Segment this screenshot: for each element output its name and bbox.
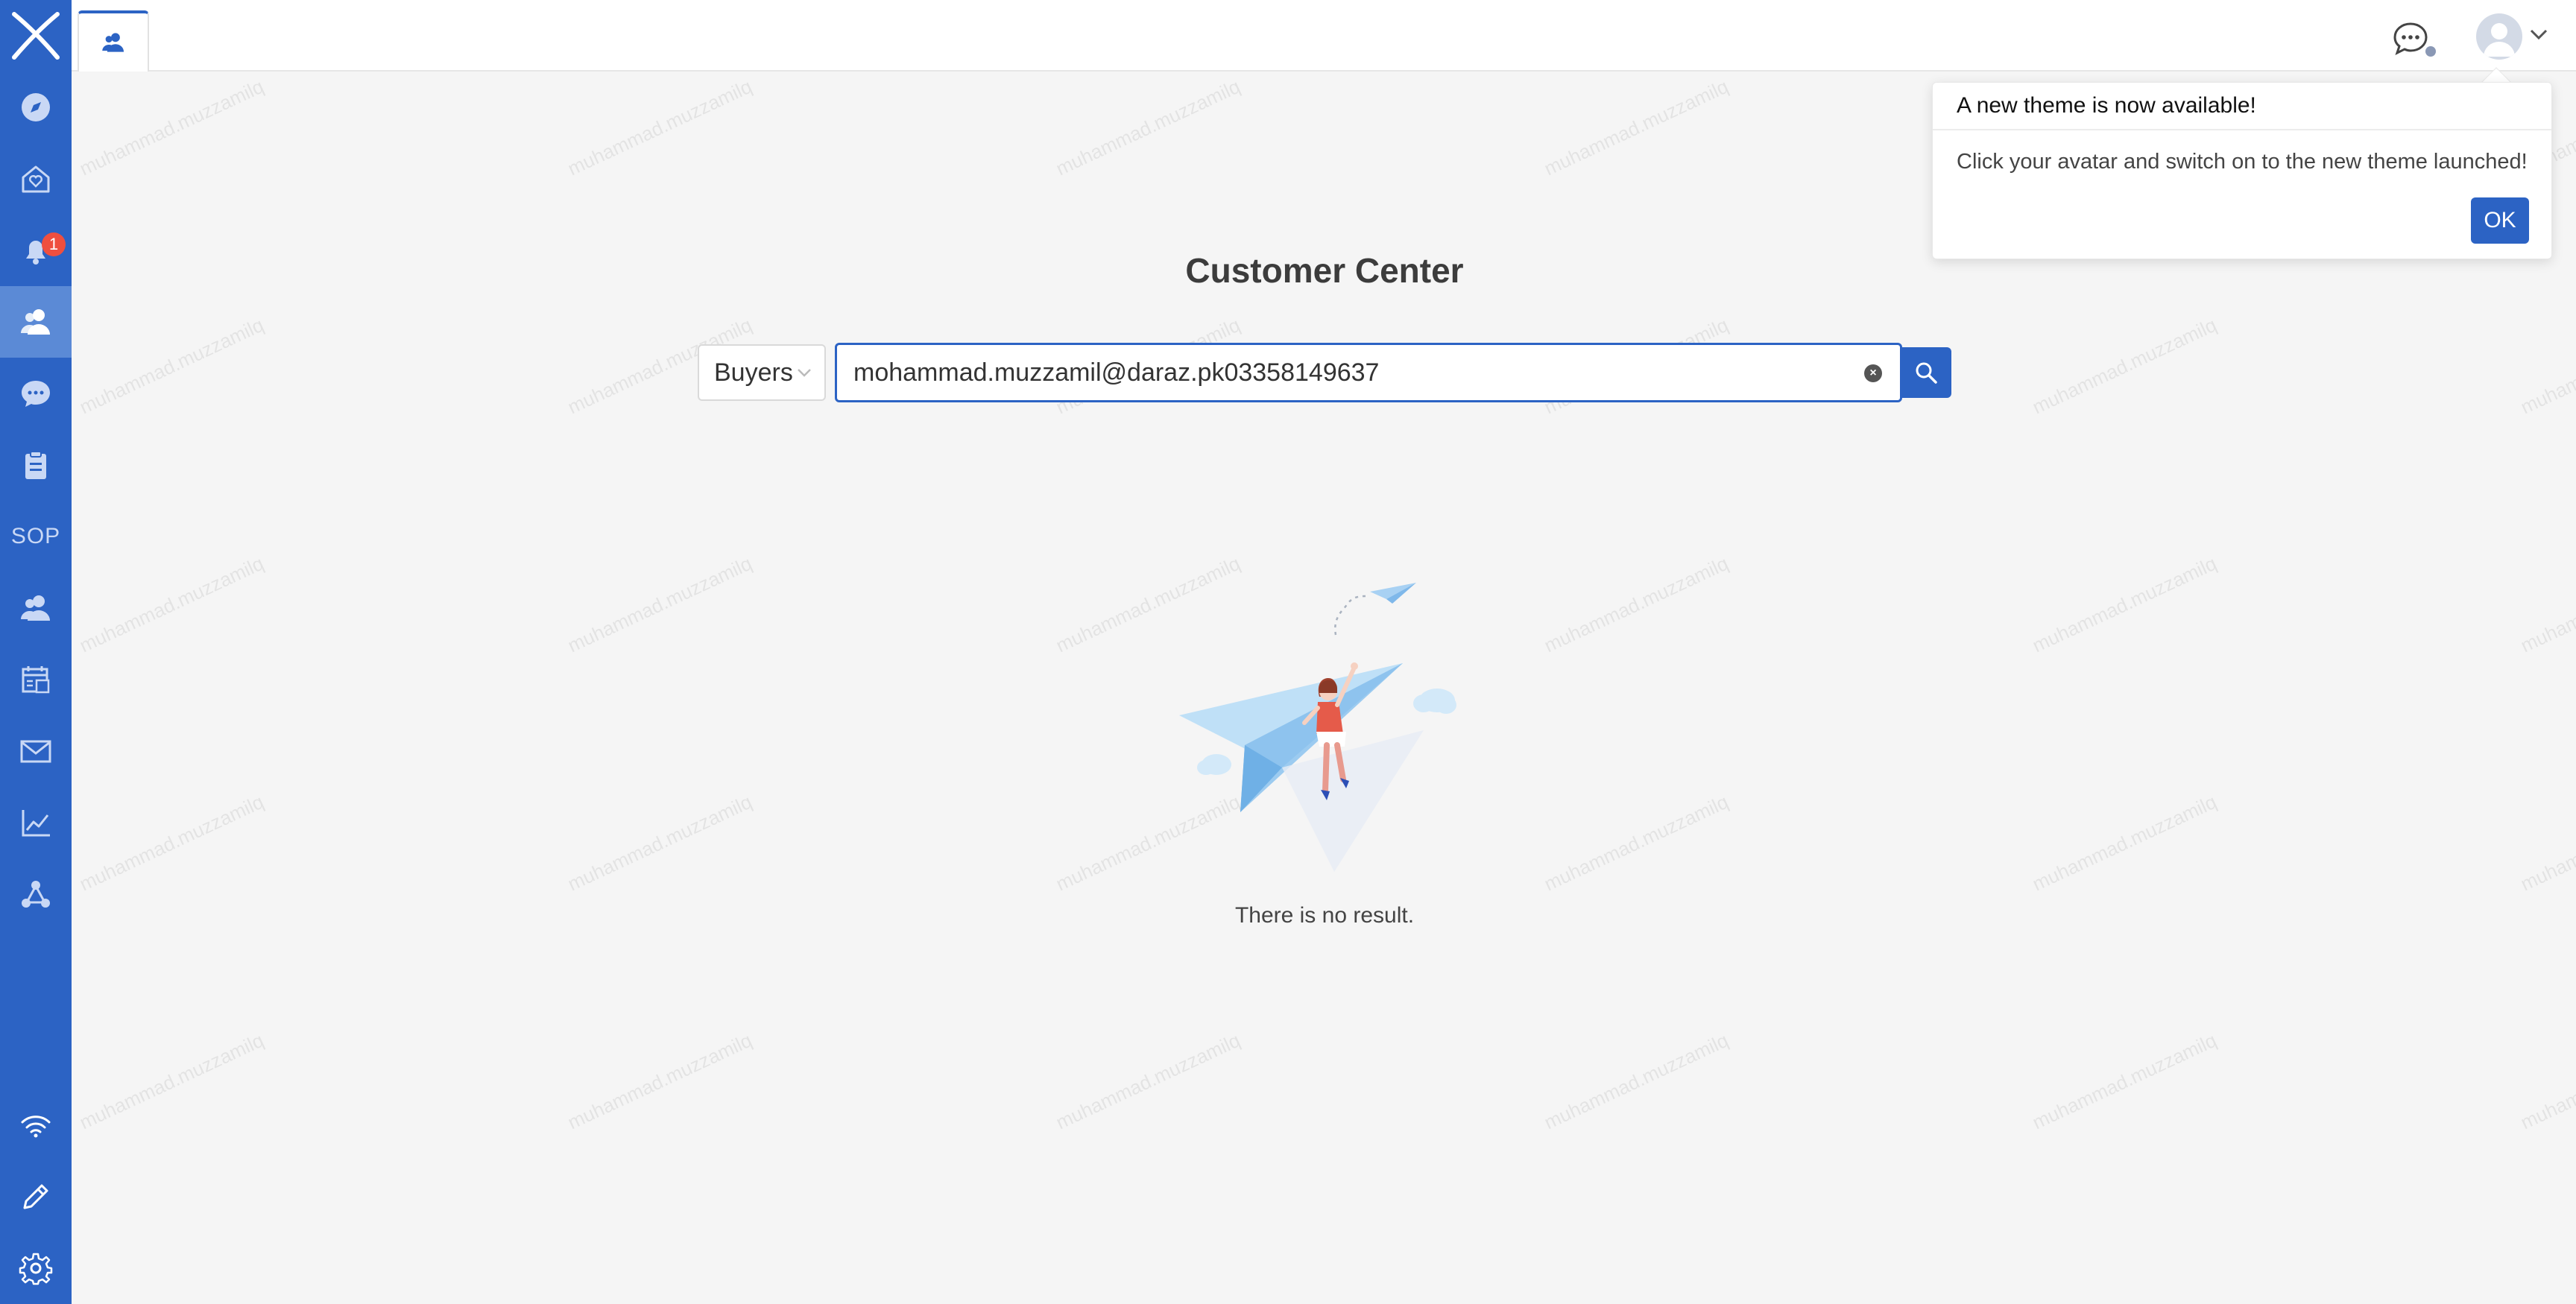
clear-icon[interactable]: × (1864, 364, 1882, 382)
watermark-text: muhammad.muzzamilq (1541, 790, 1732, 896)
users-icon (102, 33, 124, 52)
chevron-down-icon (798, 369, 811, 377)
avatar-icon (2484, 23, 2515, 57)
popover-title: A new theme is now available! (1957, 93, 2256, 118)
search-field[interactable]: × (835, 343, 1902, 402)
compass-icon (22, 93, 50, 121)
line-chart-icon (22, 810, 50, 837)
sidebar-item-settings[interactable] (0, 1232, 72, 1304)
watermark-text: muhammad.muzzamilq (1052, 75, 1244, 180)
watermark-text: muhammad.muzzamilq (76, 313, 268, 419)
top-bar (72, 0, 2576, 72)
search-button[interactable] (1901, 347, 1951, 398)
sidebar-item-network[interactable] (0, 858, 72, 930)
customer-type-select[interactable]: Buyers (698, 344, 826, 401)
watermark-text: muhammad.muzzamilq (564, 75, 756, 180)
new-theme-popover: A new theme is now available! Click your… (1932, 82, 2552, 259)
watermark-text: muhammad.muzzamilq (2517, 790, 2576, 896)
sidebar-item-analytics[interactable] (0, 787, 72, 858)
popover-ok-button[interactable]: OK (2471, 197, 2529, 244)
users-icon (21, 309, 50, 335)
notification-badge: 1 (42, 232, 66, 256)
tab-customer-center[interactable] (78, 10, 149, 72)
sidebar-item-contacts[interactable] (0, 572, 72, 644)
sidebar-item-calendar[interactable] (0, 644, 72, 715)
search-input[interactable] (853, 358, 1822, 387)
sidebar-item-wifi[interactable] (0, 1089, 72, 1161)
watermark-text: muhammad.muzzamilq (564, 1028, 756, 1134)
watermark-text: muhammad.muzzamilq (2029, 790, 2220, 896)
clipboard-icon (25, 451, 46, 479)
watermark-text: muhammad.muzzamilq (1052, 1028, 1244, 1134)
watermark-text: muhammad.muzzamilq (76, 790, 268, 896)
sidebar-item-compass[interactable] (0, 72, 72, 143)
page-title: Customer Center (1185, 251, 1464, 290)
sidebar: 1 SOP (0, 0, 72, 1304)
watermark-text: muhammad.muzzamilq (1541, 551, 1732, 657)
empty-state-message: There is no result. (1234, 903, 1415, 928)
wifi-icon (21, 1115, 51, 1138)
avatar[interactable] (2476, 13, 2522, 60)
sidebar-item-notifications[interactable]: 1 (0, 215, 72, 286)
chat-status-dot (2425, 46, 2436, 57)
watermark-text: muhammad.muzzamilq (2029, 551, 2220, 657)
watermark-text: muhammad.muzzamilq (564, 790, 756, 896)
sidebar-item-edit[interactable] (0, 1161, 72, 1232)
watermark-text: muhammad.muzzamilq (2517, 1028, 2576, 1134)
pencil-icon (23, 1184, 48, 1209)
gear-icon (19, 1253, 53, 1285)
chevron-down-icon[interactable] (2528, 27, 2549, 42)
watermark-text: muhammad.muzzamilq (2029, 1028, 2220, 1134)
watermark-text: muhammad.muzzamilq (1541, 75, 1732, 180)
sidebar-item-chat[interactable] (0, 358, 72, 429)
sidebar-item-home[interactable] (0, 143, 72, 215)
watermark-text: muhammad.muzzamilq (76, 551, 268, 657)
nodes-icon (22, 881, 50, 908)
sop-icon: SOP (10, 524, 61, 548)
users-icon (21, 595, 50, 621)
x-logo-icon[interactable] (0, 0, 72, 72)
sidebar-item-customers[interactable] (0, 286, 72, 358)
watermark-text: muhammad.muzzamilq (76, 75, 268, 180)
mail-icon (20, 740, 51, 763)
watermark-text: muhammad.muzzamilq (2517, 551, 2576, 657)
sidebar-item-sop[interactable]: SOP (0, 501, 72, 572)
empty-state-illustration (1179, 583, 1456, 872)
home-heart-icon (22, 165, 50, 193)
calendar-icon (22, 666, 50, 694)
chat-bubble-icon (22, 381, 50, 407)
watermark-text: muhammad.muzzamilq (2517, 313, 2576, 419)
sidebar-item-tasks[interactable] (0, 429, 72, 501)
watermark-text: muhammad.muzzamilq (76, 1028, 268, 1134)
customer-type-value: Buyers (714, 358, 793, 387)
popover-body: Click your avatar and switch on to the n… (1957, 150, 2528, 174)
watermark-text: muhammad.muzzamilq (564, 551, 756, 657)
popover-divider (1933, 129, 2551, 130)
sidebar-item-mail[interactable] (0, 715, 72, 787)
search-icon (1916, 362, 1937, 384)
watermark-text: muhammad.muzzamilq (1541, 1028, 1732, 1134)
watermark-text: muhammad.muzzamilq (2029, 313, 2220, 419)
